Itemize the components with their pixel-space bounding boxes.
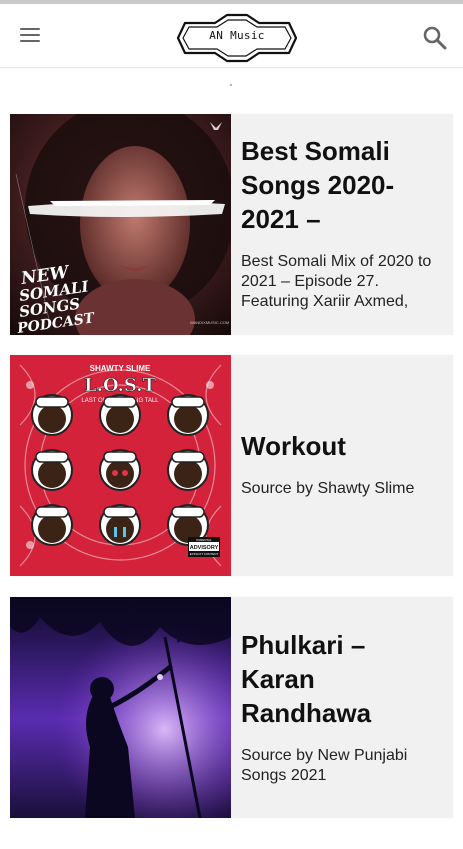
post-card[interactable]: SHAWTY SLIME L.O.S.T LAST ONE STANDING T… (10, 355, 453, 576)
post-excerpt: Source by Shawty Slime (241, 480, 415, 497)
svg-text:ADVISORY: ADVISORY (190, 545, 219, 551)
post-excerpt: Source by New Punjabi Songs 2021 (241, 747, 408, 784)
search-icon[interactable] (420, 23, 450, 53)
post-title[interactable]: Workout (241, 429, 446, 463)
app-logo[interactable]: AN Music (175, 9, 299, 67)
post-excerpt: Best Somali Mix of 2020 to 2021 – Episod… (241, 253, 432, 310)
loading-indicator (230, 84, 232, 86)
post-text: Phulkari – Karan Randhawa Source by New … (241, 597, 446, 849)
app-title: AN Music (209, 29, 265, 42)
svg-text:L.O.S.T: L.O.S.T (84, 375, 156, 396)
hamburger-menu-icon[interactable] (17, 25, 45, 47)
post-card[interactable]: NEW SOMALI SONGS PODCAST WANDIXMUSIC.COM… (10, 114, 453, 335)
svg-text:SHAWTY SLIME: SHAWTY SLIME (90, 364, 151, 373)
post-thumbnail[interactable]: SHAWTY SLIME L.O.S.T LAST ONE STANDING T… (10, 355, 231, 576)
svg-text:EXPLICIT CONTENT: EXPLICIT CONTENT (190, 552, 219, 556)
post-text: Best Somali Songs 2020-2021 – Best Somal… (241, 114, 446, 355)
post-thumbnail[interactable]: NEW SOMALI SONGS PODCAST WANDIXMUSIC.COM (10, 114, 231, 335)
post-title[interactable]: Best Somali Songs 2020-2021 – (241, 134, 446, 236)
post-thumbnail[interactable] (10, 597, 231, 818)
app-bar: AN Music (0, 4, 463, 68)
svg-text:WANDIXMUSIC.COM: WANDIXMUSIC.COM (190, 320, 229, 325)
post-title[interactable]: Phulkari – Karan Randhawa (241, 628, 446, 730)
post-card[interactable]: Phulkari – Karan Randhawa Source by New … (10, 597, 453, 818)
svg-text:PARENTAL: PARENTAL (196, 538, 212, 542)
